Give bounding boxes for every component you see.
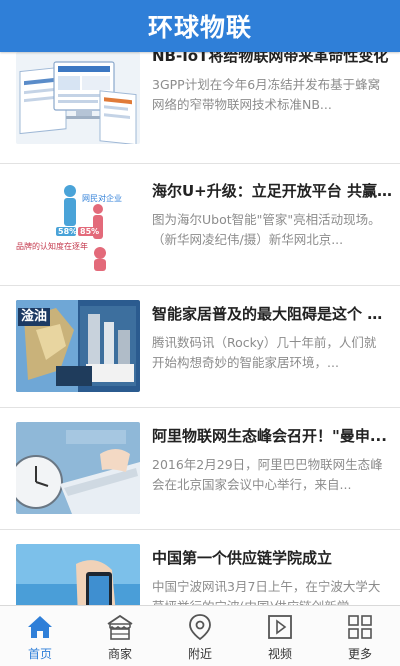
smart-home-infographic-image: 网民对企业 58% 85% 品牌的认知度在逐年 [16, 179, 140, 271]
app-header: 环球物联 [0, 0, 400, 52]
tab-nearby[interactable]: 附近 [160, 606, 240, 666]
bottom-tab-bar: 首页 商家 附近 视频 更多 [0, 605, 400, 666]
list-item[interactable]: 网民对企业 58% 85% 品牌的认知度在逐年 海尔U+升级：立足开放平台 共赢… [0, 164, 400, 286]
article-summary: 腾讯数码讯（Rocky）几十年前，人们就开始构想奇妙的智能家居环境，... [152, 335, 377, 370]
collage-badge: 淦油 [18, 308, 51, 326]
hand-phone-image [16, 544, 140, 605]
article-title[interactable]: 中国第一个供应链学院成立 [152, 547, 392, 568]
list-item[interactable]: 淦油 智能家居普及的最大阻碍是这个 搞... 腾讯数码讯（Rocky）几十年前，… [0, 286, 400, 408]
article-list[interactable]: NB-IoT将给物联网带来革命性变化 3GPP计划在今年6月冻结并发布基于蜂窝网… [0, 52, 400, 605]
tab-home[interactable]: 首页 [0, 606, 80, 666]
article-summary: 图为海尔Ubot智能"管家"亮相活动现场。（新华网凌纪伟/摄）新华网北京... [152, 212, 381, 247]
tab-store[interactable]: 商家 [80, 606, 160, 666]
article-title[interactable]: 海尔U+升级：立足开放平台 共赢... [152, 180, 392, 201]
smart-home-collage-image: 淦油 [16, 300, 140, 392]
video-play-icon [265, 612, 295, 642]
list-item[interactable]: 中国第一个供应链学院成立 中国宁波网讯3月7日上午，在宁波大学大草坪举行的宁波(… [0, 530, 400, 605]
article-summary: 3GPP计划在今年6月冻结并发布基于蜂窝网络的窄带物联网技术标准NB... [152, 77, 381, 112]
location-pin-icon [185, 612, 215, 642]
list-item[interactable]: NB-IoT将给物联网带来革命性变化 3GPP计划在今年6月冻结并发布基于蜂窝网… [0, 52, 400, 164]
home-icon [25, 612, 55, 642]
article-title[interactable]: 智能家居普及的最大阻碍是这个 搞... [152, 303, 392, 324]
tab-video[interactable]: 视频 [240, 606, 320, 666]
tab-more[interactable]: 更多 [320, 606, 400, 666]
grid-more-icon [345, 612, 375, 642]
infographic-caption: 品牌的认知度在逐年 [16, 242, 88, 251]
tab-label: 更多 [347, 647, 372, 661]
list-item[interactable]: 阿里物联网生态峰会召开！"曼申... 2016年2月29日，阿里巴巴物联网生态峰… [0, 408, 400, 530]
tab-label: 视频 [267, 647, 292, 661]
article-summary: 中国宁波网讯3月7日上午，在宁波大学大草坪举行的宁波(中国)供应链创新学... [152, 579, 381, 605]
tab-label: 首页 [27, 647, 52, 661]
article-title[interactable]: 阿里物联网生态峰会召开！"曼申... [152, 425, 392, 446]
infographic-percent-right: 85% [80, 227, 100, 236]
tab-label: 商家 [107, 647, 132, 661]
infographic-percent-left: 58% [58, 227, 78, 236]
infographic-text: 网民对企业 [82, 194, 122, 203]
article-title[interactable]: NB-IoT将给物联网带来革命性变化 [152, 52, 392, 66]
hand-keyboard-image [16, 422, 140, 514]
app-title: 环球物联 [147, 13, 252, 42]
tab-label: 附近 [187, 647, 212, 661]
store-icon [105, 612, 135, 642]
article-summary: 2016年2月29日，阿里巴巴物联网生态峰会在北京国家会议中心举行，来自... [152, 457, 383, 492]
dashboard-screens-image [16, 52, 140, 144]
